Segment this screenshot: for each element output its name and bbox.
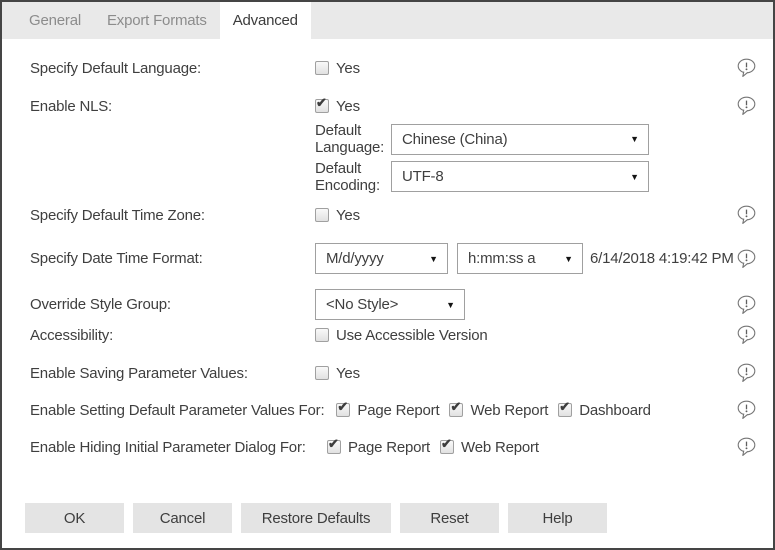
checkbox-label: Use Accessible Version [336,327,488,344]
checkbox-icon[interactable] [315,366,329,380]
web-report-checkbox[interactable]: Web Report [440,439,539,456]
checkbox-icon[interactable] [315,328,329,342]
checkbox-label: Web Report [461,439,539,456]
field-label: Default Language: [315,122,391,157]
field-label: Override Style Group: [30,296,315,313]
reset-button[interactable]: Reset [400,503,499,533]
page-report-checkbox[interactable]: Page Report [336,402,439,419]
field-label: Specify Date Time Format: [30,250,315,267]
row-enable-setting-default-parameter-values: Enable Setting Default Parameter Values … [30,398,756,422]
row-accessibility: Accessibility: Use Accessible Version [30,323,756,347]
checkbox-icon[interactable] [315,208,329,222]
field-label: Enable Saving Parameter Values: [30,365,315,382]
field-label: Specify Default Time Zone: [30,207,315,224]
checkbox-icon[interactable] [440,440,454,454]
date-time-preview: 6/14/2018 4:19:42 PM [590,250,734,267]
checkbox-label: Dashboard [579,402,651,419]
selected-value: UTF-8 [402,168,444,185]
form-area: Specify Default Language: Yes Enable NLS… [2,39,773,533]
help-bubble-icon[interactable] [737,437,756,457]
specify-default-language-yes-checkbox[interactable]: Yes [315,60,360,77]
checkbox-icon[interactable] [315,99,329,113]
date-format-select[interactable]: M/d/yyyy ▼ [315,243,448,274]
selected-value: Chinese (China) [402,131,507,148]
help-bubble-icon[interactable] [737,249,756,269]
dashboard-checkbox[interactable]: Dashboard [558,402,651,419]
checkbox-label: Yes [336,207,360,224]
advanced-settings-dialog: General Export Formats Advanced Specify … [0,0,775,550]
help-bubble-icon[interactable] [737,400,756,420]
dropdown-arrow-icon: ▼ [630,134,639,144]
dropdown-arrow-icon: ▼ [429,254,438,264]
checkbox-label: Yes [336,98,360,115]
row-enable-saving-parameter-values: Enable Saving Parameter Values: Yes [30,361,756,385]
page-report-checkbox[interactable]: Page Report [327,439,430,456]
dropdown-arrow-icon: ▼ [564,254,573,264]
row-default-language: Default Language: Chinese (China) ▼ [30,122,756,157]
row-specify-date-time-format: Specify Date Time Format: M/d/yyyy ▼ h:m… [30,243,756,274]
help-bubble-icon[interactable] [737,295,756,315]
selected-value: <No Style> [326,296,398,313]
row-specify-default-language: Specify Default Language: Yes [30,56,756,80]
row-override-style-group: Override Style Group: <No Style> ▼ [30,289,756,320]
checkbox-label: Web Report [470,402,548,419]
style-group-select[interactable]: <No Style> ▼ [315,289,465,320]
field-label: Accessibility: [30,327,315,344]
field-label: Enable Hiding Initial Parameter Dialog F… [30,439,315,456]
checkbox-label: Yes [336,60,360,77]
dropdown-arrow-icon: ▼ [630,172,639,182]
cancel-button[interactable]: Cancel [133,503,232,533]
time-format-select[interactable]: h:mm:ss a ▼ [457,243,583,274]
row-specify-default-time-zone: Specify Default Time Zone: Yes [30,203,756,227]
specify-default-time-zone-yes-checkbox[interactable]: Yes [315,207,360,224]
help-button[interactable]: Help [508,503,607,533]
row-enable-hiding-initial-parameter-dialog: Enable Hiding Initial Parameter Dialog F… [30,435,756,459]
field-label: Default Encoding: [315,160,391,195]
row-default-encoding: Default Encoding: UTF-8 ▼ [30,160,756,195]
use-accessible-version-checkbox[interactable]: Use Accessible Version [315,327,488,344]
checkbox-icon[interactable] [449,403,463,417]
tab-general[interactable]: General [16,2,94,39]
ok-button[interactable]: OK [25,503,124,533]
dropdown-arrow-icon: ▼ [446,300,455,310]
help-bubble-icon[interactable] [737,205,756,225]
checkbox-icon[interactable] [327,440,341,454]
field-label: Specify Default Language: [30,60,315,77]
checkbox-icon[interactable] [315,61,329,75]
checkbox-label: Yes [336,365,360,382]
button-bar: OK Cancel Restore Defaults Reset Help [25,503,773,533]
checkbox-group: Page Report Web Report [327,439,539,456]
restore-defaults-button[interactable]: Restore Defaults [241,503,391,533]
help-bubble-icon[interactable] [737,363,756,383]
field-label: Enable NLS: [30,98,315,115]
help-bubble-icon[interactable] [737,96,756,116]
default-language-select[interactable]: Chinese (China) ▼ [391,124,649,155]
checkbox-label: Page Report [357,402,439,419]
web-report-checkbox[interactable]: Web Report [449,402,548,419]
checkbox-group: Page Report Web Report Dashboard [336,402,650,419]
selected-value: M/d/yyyy [326,250,384,267]
tab-export-formats[interactable]: Export Formats [94,2,220,39]
field-label: Enable Setting Default Parameter Values … [30,402,324,419]
enable-nls-yes-checkbox[interactable]: Yes [315,98,360,115]
checkbox-icon[interactable] [336,403,350,417]
tab-advanced[interactable]: Advanced [220,2,311,39]
help-bubble-icon[interactable] [737,325,756,345]
checkbox-label: Page Report [348,439,430,456]
row-enable-nls: Enable NLS: Yes [30,94,756,118]
tab-bar: General Export Formats Advanced [2,2,773,39]
help-bubble-icon[interactable] [737,58,756,78]
checkbox-icon[interactable] [558,403,572,417]
selected-value: h:mm:ss a [468,250,535,267]
default-encoding-select[interactable]: UTF-8 ▼ [391,161,649,192]
enable-saving-parameter-values-yes-checkbox[interactable]: Yes [315,365,360,382]
